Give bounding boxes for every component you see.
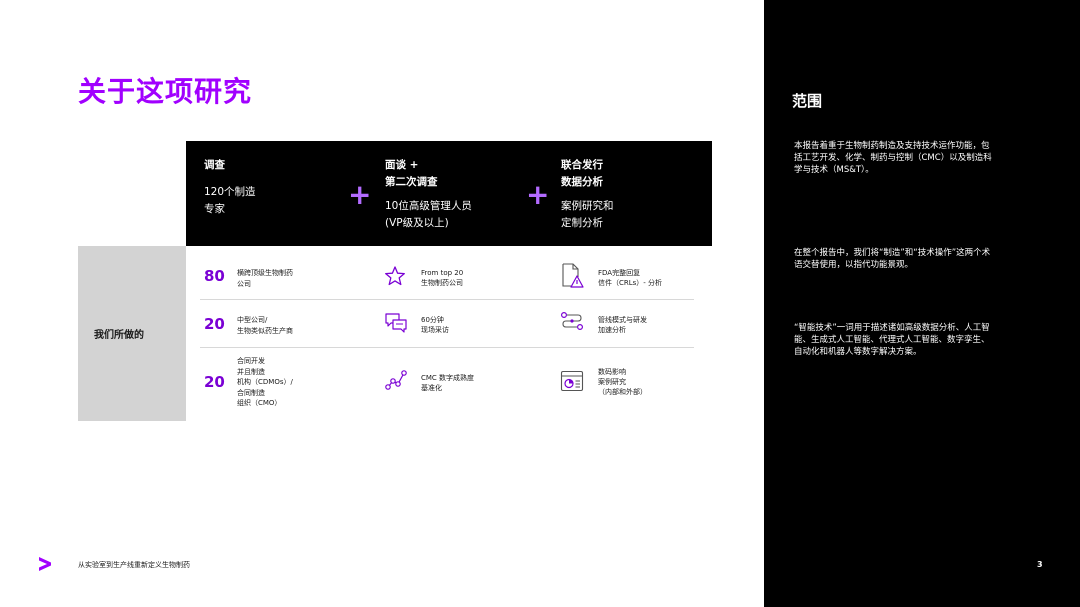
dashboard-icon bbox=[560, 370, 584, 392]
mid-item-text: 60分钟 现场采访 bbox=[421, 315, 449, 335]
mid-item-line: From top 20 bbox=[421, 269, 464, 277]
scope-paragraph: “智能技术”一词用于描述诸如高级数据分析、人工智能、生成式人工智能、代理式人工智… bbox=[794, 323, 990, 357]
pipeline-icon bbox=[560, 311, 584, 331]
mid-item-line: 60分钟 bbox=[421, 316, 444, 324]
stat-line: 组织（CMO） bbox=[237, 399, 282, 407]
what-we-did-label: 我们所做的 bbox=[94, 330, 144, 341]
page-title: 关于这项研究 bbox=[78, 75, 253, 108]
row-divider bbox=[200, 299, 694, 300]
mid-item-text: CMC 数字成熟度 基准化 bbox=[421, 373, 474, 393]
star-icon bbox=[385, 266, 405, 286]
footer-title: 从实验室到生产线重新定义生物制药 bbox=[78, 561, 190, 569]
mid-item-line: CMC 数字成熟度 bbox=[421, 374, 475, 382]
stat-text: 横跨顶级生物制药 公司 bbox=[237, 268, 293, 289]
document-warning-icon bbox=[562, 263, 584, 288]
interview-heading2: 第二次调查 bbox=[385, 176, 438, 188]
right-item-line: FDA完整回复 bbox=[598, 269, 641, 277]
stat-number: 80 bbox=[204, 267, 225, 285]
right-item-line: （内部和外部） bbox=[598, 388, 647, 396]
survey-sub2: 专家 bbox=[204, 203, 225, 215]
stat-line: 机构（CDMOs）/ bbox=[237, 378, 293, 386]
right-item-line: 数码影响 bbox=[598, 368, 626, 376]
scope-paragraph: 本报告着重于生物制药制造及支持技术运作功能，包括工艺开发、化学、制药与控制（CM… bbox=[794, 141, 992, 175]
survey-heading: 调查 bbox=[204, 159, 225, 171]
stat-text: 中型公司/ 生物类似药生产商 bbox=[237, 315, 293, 336]
stat-line: 生物类似药生产商 bbox=[237, 326, 293, 335]
interview-heading1: 面谈 + bbox=[385, 159, 419, 171]
survey-sub1: 120个制造 bbox=[204, 186, 256, 198]
stat-line: 中型公司/ bbox=[237, 316, 268, 324]
stat-number: 20 bbox=[204, 315, 225, 333]
right-item-line: 案例研究 bbox=[598, 378, 626, 386]
survey-column: 调查 120个制造 专家 bbox=[204, 157, 256, 218]
method-header-band: 调查 120个制造 专家 + 面谈 + 第二次调查 10位高级管理人员 (VP级… bbox=[186, 141, 712, 246]
mid-item-line: 生物制药公司 bbox=[421, 279, 463, 287]
stat-text: 合同开发 并且制造 机构（CDMOs）/ 合同制造 组织（CMO） bbox=[237, 356, 293, 409]
scope-heading: 范围 bbox=[792, 92, 823, 110]
plus-icon: + bbox=[348, 178, 372, 211]
right-item-line: 信件（CRLs）- 分析 bbox=[598, 279, 663, 287]
stat-line: 并且制造 bbox=[237, 367, 265, 376]
stat-line: 公司 bbox=[237, 279, 251, 288]
right-item-line: 管线模式与研发 bbox=[598, 316, 647, 324]
scope-panel: 范围 本报告着重于生物制药制造及支持技术运作功能，包括工艺开发、化学、制药与控制… bbox=[764, 0, 1080, 607]
what-we-did-box: 我们所做的 bbox=[78, 246, 186, 421]
right-item-text: FDA完整回复 信件（CRLs）- 分析 bbox=[598, 268, 662, 288]
analysis-sub1: 案例研究和 bbox=[561, 200, 614, 212]
network-nodes-icon bbox=[385, 370, 407, 390]
chat-bubbles-icon bbox=[385, 313, 407, 333]
analysis-heading2: 数据分析 bbox=[561, 176, 603, 188]
interview-sub2: (VP级及以上) bbox=[385, 217, 449, 229]
stat-line: 合同制造 bbox=[237, 388, 265, 397]
analysis-sub2: 定制分析 bbox=[561, 217, 603, 229]
analysis-column: 联合发行 数据分析 案例研究和 定制分析 bbox=[561, 157, 614, 232]
right-item-line: 加速分析 bbox=[598, 326, 626, 334]
stat-number: 20 bbox=[204, 373, 225, 391]
scope-paragraph: 在整个报告中，我们将“制造”和“技术操作”这两个术语交替使用，以指代功能景观。 bbox=[794, 248, 991, 270]
plus-icon: + bbox=[526, 178, 550, 211]
row-divider bbox=[200, 347, 694, 348]
mid-item-line: 基准化 bbox=[421, 384, 442, 392]
mid-item-text: From top 20 生物制药公司 bbox=[421, 268, 463, 288]
stat-line: 横跨顶级生物制药 bbox=[237, 269, 293, 277]
interview-sub1: 10位高级管理人员 bbox=[385, 200, 472, 212]
accenture-logo-icon bbox=[39, 557, 51, 571]
right-item-text: 数码影响 案例研究 （内部和外部） bbox=[598, 367, 647, 397]
analysis-heading1: 联合发行 bbox=[561, 159, 603, 171]
interview-column: 面谈 + 第二次调查 10位高级管理人员 (VP级及以上) bbox=[385, 157, 472, 232]
page-number: 3 bbox=[1037, 560, 1043, 569]
mid-item-line: 现场采访 bbox=[421, 326, 449, 334]
right-item-text: 管线模式与研发 加速分析 bbox=[598, 315, 647, 335]
stat-line: 合同开发 bbox=[237, 357, 265, 365]
